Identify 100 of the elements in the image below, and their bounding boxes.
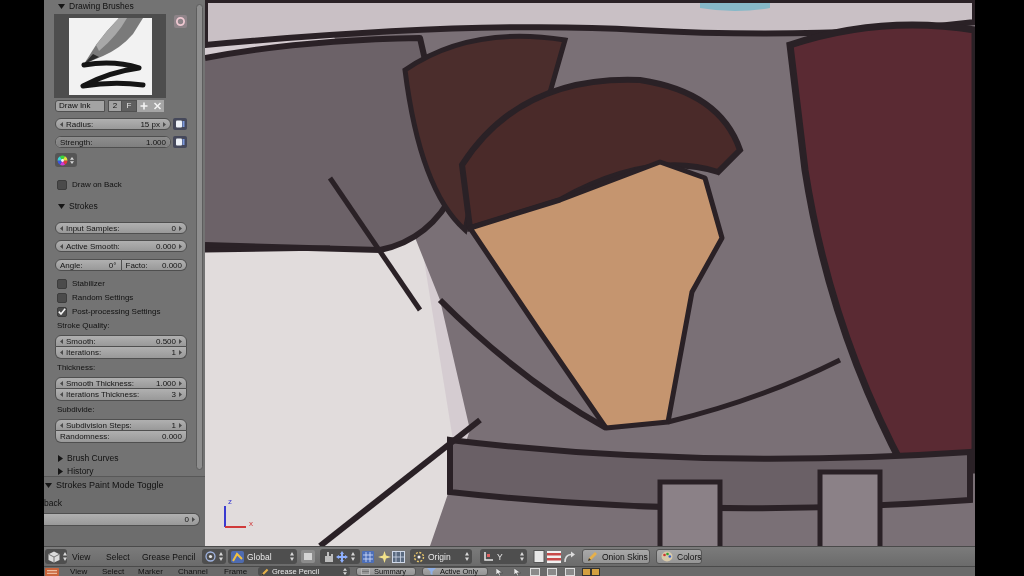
axis-label: x — [249, 519, 253, 528]
panel-header[interactable]: Strokes Paint Mode Toggle — [44, 479, 205, 491]
orientation-dropdown[interactable]: Global — [228, 549, 297, 564]
keyframes-icon[interactable] — [45, 567, 59, 576]
value-field[interactable]: Facto: 0.000 — [121, 259, 187, 271]
checkbox[interactable] — [57, 306, 67, 317]
square-icon[interactable] — [565, 567, 575, 576]
number-field[interactable]: Active Smooth: 0.000 — [55, 240, 187, 252]
increment-arrow-icon[interactable] — [192, 517, 195, 522]
increment-arrow-icon[interactable] — [179, 422, 182, 428]
checkbox[interactable] — [57, 179, 67, 190]
pointer-arrow-icon[interactable] — [514, 567, 521, 576]
stripes-icon[interactable] — [547, 550, 561, 563]
group-heading: Thickness: — [56, 362, 97, 373]
icon-dropdown[interactable] — [45, 549, 67, 564]
pivot-dropdown[interactable]: Origin — [410, 549, 472, 564]
decrement-arrow-icon[interactable] — [60, 422, 63, 428]
group-heading: Stroke Quality: — [56, 320, 111, 331]
number-field[interactable]: Radius: 15 px — [55, 118, 171, 130]
palette-icon — [661, 551, 673, 562]
menu-item[interactable]: View — [70, 567, 90, 576]
square-icon[interactable] — [301, 550, 315, 563]
collapsed-triangle-icon[interactable] — [58, 467, 63, 475]
number-field[interactable]: Smooth Thickness: 1.000 — [55, 377, 187, 389]
updown-caret-icon — [63, 552, 67, 561]
number-field[interactable]: Iterations: 1 — [55, 347, 187, 359]
updown-caret-icon — [465, 552, 469, 561]
increment-arrow-icon[interactable] — [179, 225, 182, 231]
tablet-icon[interactable] — [173, 118, 187, 130]
menu-item[interactable]: Grease Pencil — [142, 551, 198, 562]
menu-item[interactable]: Marker — [138, 567, 168, 576]
color-dropdown[interactable] — [55, 153, 77, 167]
value-field[interactable]: Randomness: 0.000 — [55, 431, 187, 443]
tablet-icon[interactable] — [173, 136, 187, 148]
color-wheel-icon — [57, 154, 68, 166]
fake-user-button[interactable]: F — [122, 100, 137, 112]
decrement-arrow-icon[interactable] — [60, 121, 63, 127]
value-field[interactable]: Angle: 0° — [55, 259, 122, 271]
pencil-icon — [261, 567, 269, 576]
panel-header[interactable]: History — [55, 465, 187, 477]
menu-item[interactable]: Select — [106, 551, 134, 562]
number-field[interactable]: Iterations Thickness: 3 — [55, 389, 187, 401]
menu-item[interactable]: Channel — [178, 567, 212, 576]
number-field[interactable]: 0 — [44, 513, 200, 526]
checkbox-label[interactable]: Post-processing Settings — [72, 307, 161, 316]
panel-header[interactable]: Brush Curves — [55, 452, 187, 464]
ring-icon[interactable] — [174, 15, 187, 28]
axis-dropdown[interactable]: Y — [480, 549, 527, 564]
updown-caret-icon — [290, 552, 294, 561]
number-field[interactable]: Input Samples: 0 — [55, 222, 187, 234]
double-square-icon[interactable] — [582, 567, 600, 576]
move-arrows-icon — [336, 550, 348, 563]
panel-header[interactable]: Drawing Brushes — [55, 0, 187, 12]
checkbox[interactable] — [57, 278, 67, 289]
menu-item[interactable]: View — [72, 551, 94, 562]
menu-item[interactable]: Frame — [224, 567, 250, 576]
square-icon[interactable] — [530, 567, 540, 576]
header-button[interactable]: Colors — [656, 549, 702, 564]
checkbox-label[interactable]: Draw on Back — [72, 180, 122, 189]
increment-arrow-icon[interactable] — [179, 243, 182, 249]
circle-dot-icon — [205, 551, 216, 562]
increment-arrow-icon[interactable] — [163, 121, 166, 127]
checkbox[interactable] — [57, 292, 67, 303]
brush-preview[interactable] — [54, 14, 166, 98]
number-field[interactable]: Subdivision Steps: 1 — [55, 419, 187, 431]
cross-icon[interactable] — [151, 100, 164, 112]
collapsed-triangle-icon[interactable] — [58, 454, 63, 462]
user-count-button[interactable]: 2 — [108, 100, 122, 112]
scrollbar-thumb[interactable] — [196, 4, 203, 470]
icon-dropdown[interactable] — [320, 549, 360, 564]
expanded-triangle-icon[interactable] — [58, 3, 65, 9]
sparkle-icon[interactable] — [378, 550, 391, 563]
header-button[interactable]: Onion Skins — [582, 549, 650, 564]
decrement-arrow-icon[interactable] — [60, 350, 63, 355]
square-icon[interactable] — [547, 567, 557, 576]
panel-header[interactable]: Strokes — [55, 200, 187, 212]
decrement-arrow-icon[interactable] — [60, 392, 63, 397]
expanded-triangle-icon[interactable] — [45, 482, 52, 488]
axes-corner-icon — [483, 551, 494, 562]
orientation-icon — [231, 550, 244, 563]
page-icon[interactable] — [533, 550, 545, 563]
increment-arrow-icon[interactable] — [179, 392, 182, 397]
slider-field[interactable]: Strength: 1.000 — [55, 136, 171, 148]
checkbox-label[interactable]: Stabilizer — [72, 279, 105, 288]
decrement-arrow-icon[interactable] — [60, 243, 63, 249]
grid-window-icon[interactable] — [392, 550, 405, 563]
plus-icon[interactable] — [137, 100, 151, 112]
checkbox-label[interactable]: Random Settings — [72, 293, 134, 302]
pointer-arrow-icon[interactable] — [496, 567, 503, 576]
menu-item[interactable]: Select — [102, 567, 128, 576]
grid-icon[interactable] — [362, 550, 374, 563]
curved-arrow-icon[interactable] — [563, 550, 575, 563]
expanded-triangle-icon[interactable] — [58, 203, 65, 209]
icon-dropdown[interactable] — [202, 549, 226, 564]
number-field[interactable]: Smooth: 0.500 — [55, 335, 187, 347]
brush-name-field[interactable]: Draw Ink — [55, 100, 105, 112]
group-heading: Subdivide: — [56, 404, 96, 415]
decrement-arrow-icon[interactable] — [60, 225, 63, 231]
updown-caret-icon — [343, 568, 347, 575]
increment-arrow-icon[interactable] — [179, 350, 182, 355]
